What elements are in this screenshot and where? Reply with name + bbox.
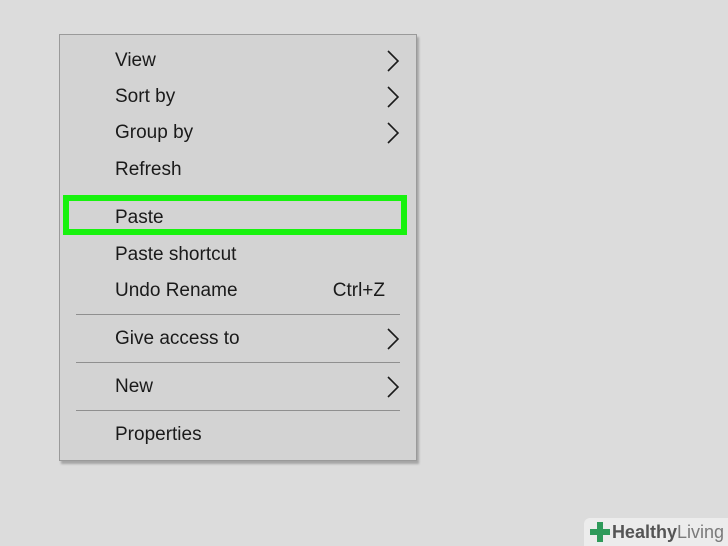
menu-item-refresh[interactable]: Refresh	[60, 152, 416, 188]
menu-item-label: Refresh	[115, 159, 182, 180]
menu-item-view[interactable]: View	[60, 43, 416, 79]
menu-separator	[76, 314, 400, 315]
menu-item-new[interactable]: New	[60, 369, 416, 405]
watermark-text-primary: Healthy	[611, 521, 677, 542]
chevron-right-icon	[386, 86, 400, 108]
menu-item-give-access-to[interactable]: Give access to	[60, 321, 416, 357]
menu-item-label: Undo Rename	[115, 280, 238, 301]
chevron-right-icon	[386, 376, 400, 398]
menu-item-label: Paste	[115, 207, 164, 228]
context-menu: View Sort by Group by Refresh Paste Past…	[59, 34, 417, 461]
menu-separator	[76, 410, 400, 411]
chevron-right-icon	[386, 328, 400, 350]
menu-item-label: Group by	[115, 122, 194, 143]
menu-item-paste[interactable]: Paste	[60, 200, 416, 236]
menu-item-label: Sort by	[115, 86, 176, 107]
menu-item-label: Properties	[115, 424, 202, 445]
chevron-right-icon	[386, 50, 400, 72]
menu-item-sort-by[interactable]: Sort by	[60, 79, 416, 115]
watermark-logo: Healthy Living	[583, 518, 728, 546]
menu-item-paste-shortcut[interactable]: Paste shortcut	[60, 237, 416, 273]
watermark-text-secondary: Living	[676, 521, 724, 542]
menu-item-label: View	[115, 50, 156, 71]
menu-item-properties[interactable]: Properties	[60, 417, 416, 453]
menu-item-undo-rename[interactable]: Undo Rename Ctrl+Z	[60, 273, 416, 309]
menu-item-label: New	[115, 376, 154, 397]
keyboard-shortcut: Ctrl+Z	[332, 280, 385, 301]
chevron-right-icon	[386, 122, 400, 144]
plus-cross-icon	[589, 522, 610, 542]
menu-item-label: Give access to	[115, 328, 240, 349]
menu-item-group-by[interactable]: Group by	[60, 115, 416, 151]
menu-separator	[76, 362, 400, 363]
menu-item-label: Paste shortcut	[115, 244, 237, 265]
